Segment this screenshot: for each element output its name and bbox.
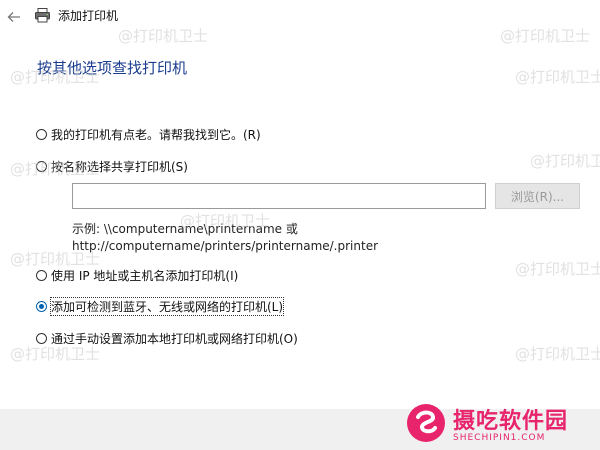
radio-bluetooth-wireless[interactable] [36, 301, 47, 312]
brand-url: SHECHIPIN1.COM [453, 433, 546, 443]
radio-shared-printer[interactable] [36, 161, 47, 172]
brand-name: 摄吃软件园 [453, 409, 569, 434]
option-bluetooth-wireless[interactable]: 添加可检测到蓝牙、无线或网络的打印机(L) [36, 297, 285, 316]
option-bluetooth-wireless-label: 添加可检测到蓝牙、无线或网络的打印机(L) [49, 297, 285, 316]
option-manual-settings[interactable]: 通过手动设置添加本地打印机或网络打印机(O) [36, 330, 298, 347]
watermark: @打印机卫士 [515, 345, 600, 363]
brand-text: 摄吃软件园 SHECHIPIN1.COM [453, 403, 568, 443]
option-old-printer[interactable]: 我的打印机有点老。请帮我找到它。(R) [36, 126, 261, 143]
watermark: @打印机卫士 [515, 68, 600, 86]
option-old-printer-label: 我的打印机有点老。请帮我找到它。(R) [51, 128, 261, 142]
page-heading: 按其他选项查找打印机 [37, 59, 188, 77]
window-title: 添加打印机 [58, 9, 119, 23]
watermark: @打印机卫士 [515, 260, 600, 278]
shared-printer-name-input[interactable] [72, 183, 486, 209]
radio-old-printer[interactable] [36, 129, 47, 140]
example-text: 示例: \\computername\printername 或 http://… [72, 221, 378, 255]
back-arrow-icon[interactable] [6, 9, 22, 25]
option-ip-address-label: 使用 IP 地址或主机名添加打印机(I) [51, 269, 239, 283]
option-shared-printer[interactable]: 按名称选择共享打印机(S) [36, 158, 188, 175]
option-ip-address[interactable]: 使用 IP 地址或主机名添加打印机(I) [36, 267, 238, 284]
browse-button[interactable]: 浏览(R)... [495, 183, 580, 209]
watermark: @打印机卫士 [530, 152, 600, 170]
option-shared-printer-label: 按名称选择共享打印机(S) [51, 160, 188, 174]
example-line-2: http://computername/printers/printername… [72, 239, 379, 253]
radio-manual-settings[interactable] [36, 333, 47, 344]
printer-icon [34, 7, 51, 24]
title-bar: 添加打印机 [0, 0, 600, 34]
example-line-1: 示例: \\computername\printername 或 [72, 222, 298, 236]
brand-logo-icon [405, 402, 447, 444]
brand-logo-block: 摄吃软件园 SHECHIPIN1.COM [405, 396, 600, 450]
option-manual-settings-label: 通过手动设置添加本地打印机或网络打印机(O) [51, 332, 298, 346]
radio-ip-address[interactable] [36, 270, 47, 281]
